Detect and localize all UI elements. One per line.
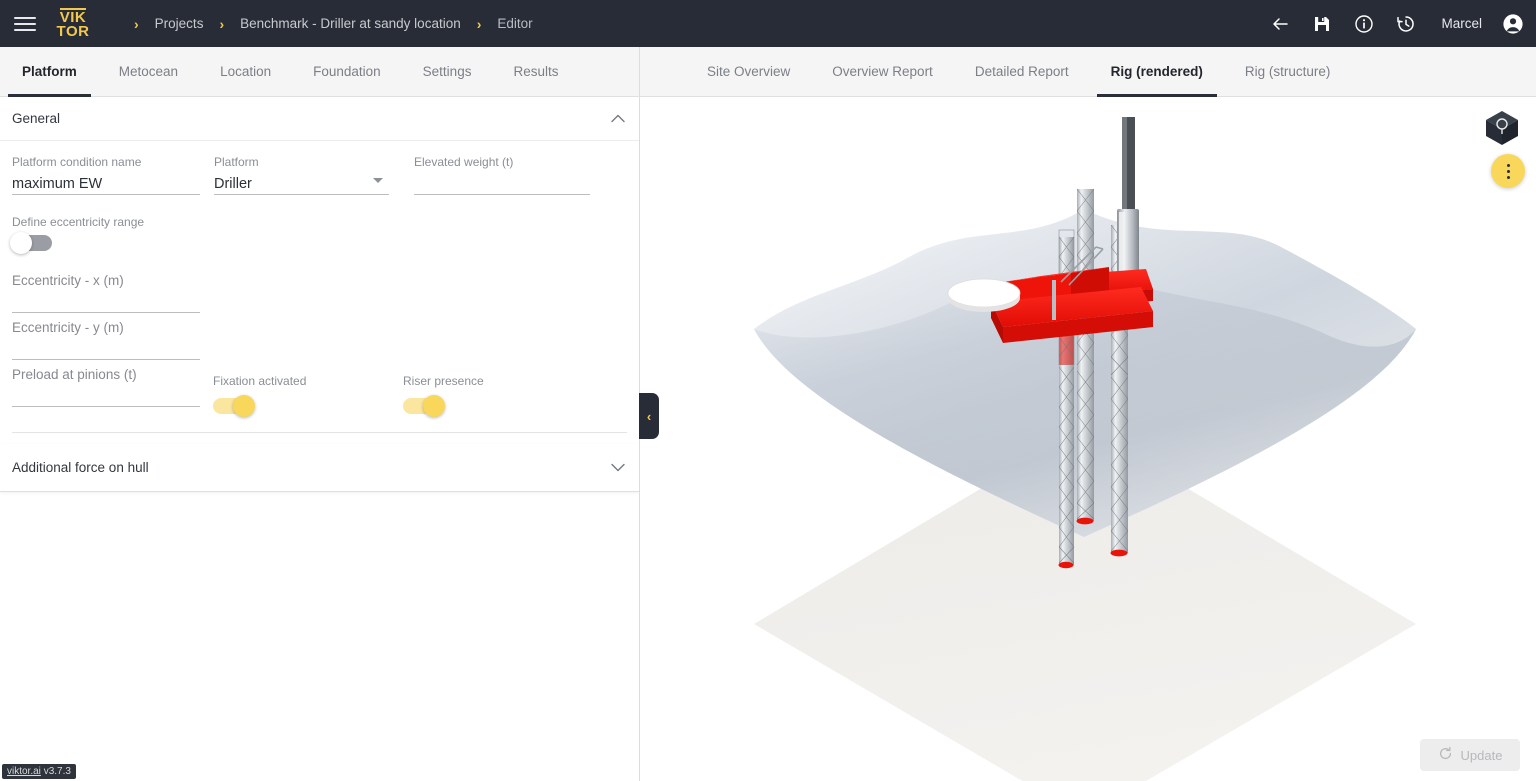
eccentricity-fields: Eccentricity - x (m) Eccentricity - y (m… [12, 273, 627, 360]
tab-foundation[interactable]: Foundation [299, 48, 395, 97]
field-label: Preload at pinions (t) [12, 367, 137, 382]
update-button-label: Update [1460, 747, 1503, 763]
field-elevated-weight[interactable]: Elevated weight (t) [414, 155, 590, 195]
form-row-1: Platform condition name maximum EW Platf… [12, 155, 627, 203]
field-label: Platform [214, 155, 259, 169]
breadcrumb-item-editor[interactable]: Editor [497, 16, 532, 31]
general-form: Platform condition name maximum EW Platf… [0, 141, 639, 433]
viewer-menu-button[interactable] [1491, 154, 1525, 188]
breadcrumb-separator-2: › [476, 15, 482, 32]
hamburger-icon[interactable] [12, 15, 38, 33]
parameters-panel: General Platform condition name maximum … [0, 97, 640, 781]
left-tab-bar: Platform Metocean Location Foundation Se… [0, 47, 640, 97]
field-preload-at-pinions[interactable]: Preload at pinions (t) [12, 367, 200, 407]
more-vertical-icon [1506, 163, 1510, 167]
breadcrumb: › Projects › Benchmark - Driller at sand… [118, 16, 533, 32]
field-platform-condition-name[interactable]: Platform condition name maximum EW [12, 155, 200, 195]
tab-platform[interactable]: Platform [8, 48, 91, 97]
field-label: Eccentricity - y (m) [12, 320, 124, 335]
update-button[interactable]: Update [1420, 739, 1520, 771]
toggle-knob [10, 232, 32, 254]
version-badge[interactable]: viktor.ai v3.7.3 [2, 764, 76, 779]
riser-presence-toggle[interactable] [403, 395, 445, 417]
refresh-icon [1438, 746, 1453, 764]
platform-select[interactable]: Driller [214, 173, 389, 195]
field-eccentricity-y[interactable]: Eccentricity - y (m) [12, 320, 200, 360]
breadcrumb-separator-1: › [219, 15, 225, 32]
collapse-panel-handle[interactable]: ‹ [639, 393, 659, 439]
tab-location[interactable]: Location [206, 48, 285, 97]
tab-results[interactable]: Results [499, 48, 572, 97]
form-divider [12, 432, 627, 433]
history-icon[interactable] [1395, 13, 1417, 35]
breadcrumb-separator-0: › [134, 15, 139, 32]
field-label: Eccentricity - x (m) [12, 273, 124, 288]
tab-metocean[interactable]: Metocean [105, 48, 192, 97]
breadcrumb-item-projects[interactable]: Projects [155, 16, 204, 31]
define-eccentricity-range-toggle[interactable] [10, 232, 52, 254]
preload-input[interactable] [12, 406, 200, 407]
viktor-logo[interactable]: VIK TOR [50, 4, 96, 44]
rig-scene [754, 117, 1416, 781]
app-root: VIK TOR › Projects › Benchmark - Driller… [0, 0, 1536, 781]
eccentricity-toggle-group: Define eccentricity range [10, 215, 627, 254]
chevron-left-icon: ‹ [646, 408, 652, 424]
fixation-toggle-group: Fixation activated [213, 374, 403, 417]
define-eccentricity-range-label: Define eccentricity range [12, 215, 145, 229]
save-icon[interactable] [1311, 13, 1333, 35]
fixation-activated-label: Fixation activated [213, 374, 307, 388]
section-additional-force-title: Additional force on hull [12, 460, 149, 475]
riser-presence-label: Riser presence [403, 374, 484, 388]
field-label: Platform condition name [12, 155, 142, 169]
eccentricity-y-input[interactable] [12, 359, 200, 360]
version-number: v3.7.3 [43, 766, 71, 777]
fixation-activated-toggle[interactable] [213, 395, 255, 417]
more-vertical-icon [1506, 169, 1510, 173]
chevron-down-icon[interactable] [611, 461, 625, 474]
field-platform[interactable]: Platform Driller [214, 155, 389, 195]
platform-condition-name-input[interactable]: maximum EW [12, 173, 200, 195]
viktor-ai-link[interactable]: viktor.ai [7, 766, 41, 777]
tab-rig-rendered[interactable]: Rig (rendered) [1096, 48, 1217, 97]
view-cube-icon[interactable] [1482, 108, 1522, 148]
section-general-header[interactable]: General [0, 97, 639, 141]
tab-site-overview[interactable]: Site Overview [693, 48, 804, 97]
top-header-bar: VIK TOR › Projects › Benchmark - Driller… [0, 0, 1536, 47]
chevron-up-icon[interactable] [611, 112, 625, 125]
back-arrow-icon[interactable] [1269, 13, 1291, 35]
tab-settings[interactable]: Settings [409, 48, 486, 97]
form-row-bottom: Preload at pinions (t) Fixation activate… [12, 367, 627, 417]
more-vertical-icon [1506, 175, 1510, 179]
tab-overview-report[interactable]: Overview Report [818, 48, 947, 97]
header-actions: Marcel [1269, 0, 1524, 47]
elevated-weight-input[interactable] [414, 173, 590, 195]
eccentricity-x-input[interactable] [12, 312, 200, 313]
riser-toggle-group: Riser presence [403, 374, 593, 417]
tab-detailed-report[interactable]: Detailed Report [961, 48, 1083, 97]
toggle-knob [423, 395, 445, 417]
tab-rig-structure[interactable]: Rig (structure) [1231, 48, 1345, 97]
logo-line-2: TOR [56, 23, 90, 40]
breadcrumb-item-project[interactable]: Benchmark - Driller at sandy location [240, 16, 461, 31]
rig-3d-viewer[interactable]: Update [641, 97, 1536, 781]
chevron-down-icon[interactable] [373, 178, 383, 183]
riser-tower [1117, 117, 1139, 279]
section-additional-force-header[interactable]: Additional force on hull [0, 444, 639, 492]
info-icon[interactable] [1353, 13, 1375, 35]
field-eccentricity-x[interactable]: Eccentricity - x (m) [12, 273, 200, 313]
field-label: Elevated weight (t) [414, 155, 514, 169]
right-tab-bar: Site Overview Overview Report Detailed R… [640, 47, 1536, 97]
avatar-icon[interactable] [1502, 13, 1524, 35]
toggle-knob [233, 395, 255, 417]
user-name[interactable]: Marcel [1441, 16, 1482, 31]
section-general-title: General [12, 111, 61, 126]
